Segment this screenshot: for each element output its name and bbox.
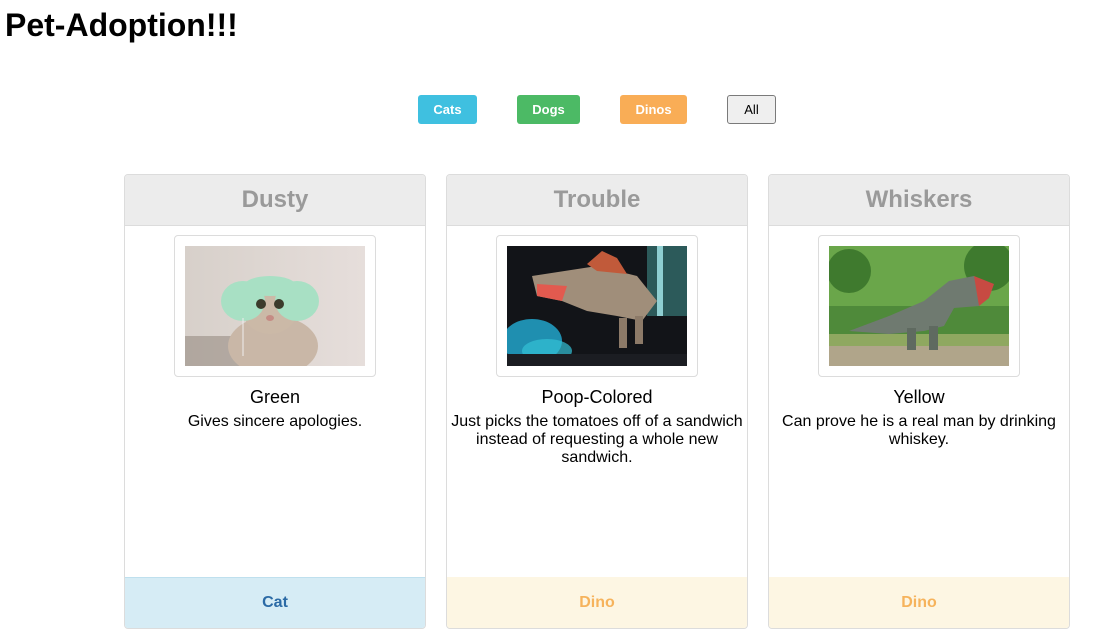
pet-color: Poop-Colored [541, 387, 653, 407]
filter-dogs-button[interactable]: Dogs [517, 95, 580, 124]
pet-image-frame [818, 235, 1020, 377]
pet-type-footer: Cat [125, 577, 425, 628]
pet-type-footer: Dino [447, 577, 747, 628]
pet-image-frame [496, 235, 698, 377]
pet-color: Green [249, 387, 301, 407]
pet-card: Dusty Green Gives sincere apologies. Cat [124, 174, 426, 629]
filter-dinos-button[interactable]: Dinos [620, 95, 687, 124]
page-title: Pet-Adoption!!! [5, 7, 238, 43]
pet-color: Yellow [893, 387, 945, 407]
filter-bar: Cats Dogs Dinos All [0, 95, 1117, 125]
pet-name: Dusty [125, 175, 425, 226]
pet-description: Can prove he is a real man by drinking w… [782, 413, 1056, 448]
pet-card: Whiskers Yellow Can prove he is a real m… [768, 174, 1070, 629]
pet-image-frame [174, 235, 376, 377]
pet-image [185, 246, 365, 366]
pet-image [507, 246, 687, 366]
pet-type-footer: Dino [769, 577, 1069, 628]
pet-name: Whiskers [769, 175, 1069, 226]
pet-name: Trouble [447, 175, 747, 226]
pet-image [829, 246, 1009, 366]
pet-card: Trouble Poop-Colored Just picks the toma… [446, 174, 748, 629]
pet-description: Just picks the tomatoes off of a sandwic… [451, 413, 743, 466]
filter-cats-button[interactable]: Cats [418, 95, 477, 124]
pet-description: Gives sincere apologies. [187, 413, 363, 430]
filter-all-button[interactable]: All [727, 95, 776, 124]
